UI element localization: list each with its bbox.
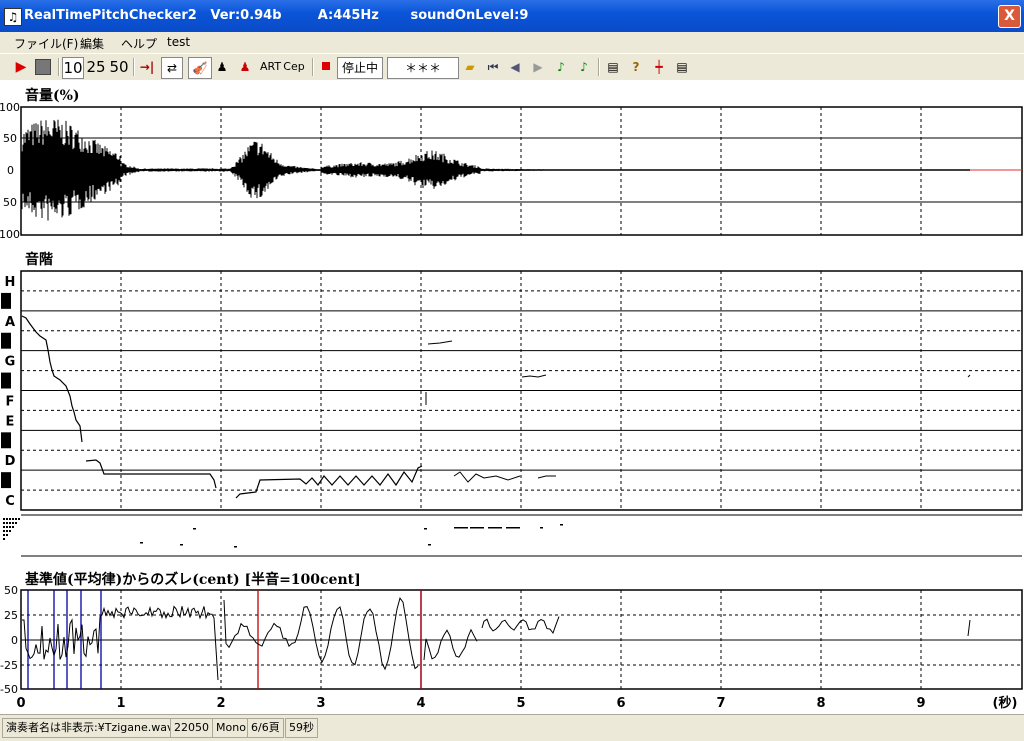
dev-tick-neg25: -25 — [0, 659, 18, 672]
record-stop-icon[interactable] — [318, 57, 334, 77]
next-page-icon[interactable]: ▶ — [529, 57, 547, 77]
status-page: 6/6頁 — [247, 718, 284, 738]
dev-tick-50: 50 — [4, 584, 18, 597]
black-key — [1, 332, 11, 349]
x-axis-unit: (秒) — [993, 695, 1018, 711]
stop-button[interactable] — [33, 57, 53, 77]
speed-10-button[interactable]: 10 — [62, 57, 84, 79]
main-area: 音量(%) 音階 基準値(平均律)からのズレ(cent) [半音=100cent… — [0, 80, 1024, 714]
note-label-E: E — [6, 414, 15, 429]
x-tick-label: 5 — [516, 696, 525, 711]
deviation-panel: 50 25 0 -25 -50 0 1 2 3 4 5 6 7 8 9 (秒) — [0, 584, 1023, 711]
volume-tick-0: 0 — [7, 164, 14, 177]
black-key — [1, 292, 11, 309]
prev-page-icon[interactable]: ◀ — [506, 57, 524, 77]
volume-tick-50-up: 50 — [3, 132, 17, 145]
cep-button[interactable]: Cep — [283, 57, 305, 77]
x-tick-label: 8 — [816, 696, 825, 711]
app-icon: ♫ — [4, 8, 22, 26]
open-folder-icon[interactable]: ▰ — [461, 57, 479, 77]
status-file: 演奏者名は非表示:¥Tzigane.wav — [2, 718, 178, 738]
print-alt-icon[interactable]: ▤ — [673, 57, 691, 77]
note-label-D: D — [5, 454, 16, 469]
toolbar: ▶ 10 25 50 →| ⇄ 🎻 ♟ ♟ ART Cep 停止中 ＊＊＊ ▰ … — [0, 53, 1024, 81]
skip-end-icon[interactable]: →| — [138, 57, 156, 77]
x-tick-label: 3 — [316, 696, 325, 711]
note-label-G: G — [5, 355, 16, 370]
volume-panel: 100 50 0 50 100 — [0, 101, 1023, 241]
status-rate: 22050 — [170, 718, 213, 738]
speed-25-button[interactable]: 25 — [86, 57, 106, 77]
volume-tick-top: 100 — [0, 101, 20, 114]
black-key — [1, 372, 11, 389]
x-tick-label: 2 — [216, 696, 225, 711]
menu-edit[interactable]: 編集 — [80, 35, 104, 52]
person-red-icon[interactable]: ♟ — [236, 57, 254, 77]
art-button[interactable]: ART — [260, 57, 281, 77]
note-band — [3, 514, 1022, 557]
play-icon[interactable]: ▶ — [12, 57, 30, 77]
x-tick-label: 6 — [616, 696, 625, 711]
x-tick-label: 1 — [116, 696, 125, 711]
help-icon[interactable]: ? — [627, 57, 645, 77]
close-button[interactable]: X — [998, 5, 1021, 28]
asterisk-display: ＊＊＊ — [387, 57, 459, 79]
black-key — [1, 472, 11, 489]
print-icon[interactable]: ▤ — [604, 57, 622, 77]
speed-50-button[interactable]: 50 — [109, 57, 129, 77]
violin-icon[interactable]: 🎻 — [188, 57, 212, 79]
repeat-icon[interactable]: ⇄ — [161, 57, 183, 79]
volume-tick-bottom: 100 — [0, 228, 20, 241]
menu-file[interactable]: ファイル(F) — [14, 35, 78, 52]
dev-tick-neg50: -50 — [0, 683, 18, 696]
black-key — [1, 432, 11, 449]
status-display: 停止中 — [337, 57, 383, 79]
x-tick-label: 4 — [416, 696, 425, 711]
plot-canvas: 100 50 0 50 100 HAGFEDC 50 25 0 -25 -50 … — [0, 101, 1023, 711]
note-label-F: F — [6, 394, 15, 409]
x-tick-label: 0 — [16, 696, 25, 711]
status-bar: 演奏者名は非表示:¥Tzigane.wav 22050 Mono 6/6頁 59… — [0, 714, 1024, 741]
menu-help[interactable]: ヘルプ — [121, 35, 157, 52]
volume-tick-50-down: 50 — [3, 196, 17, 209]
first-page-icon[interactable]: ⏮ — [484, 57, 502, 77]
title-bar: ♫ RealTimePitchChecker2 Ver:0.94b A:445H… — [0, 0, 1024, 32]
pitch-panel: H A G FE D C — [1, 270, 1023, 511]
note-green-icon[interactable]: ♪ — [552, 57, 570, 77]
person-dark-icon[interactable]: ♟ — [213, 57, 231, 77]
dev-tick-25: 25 — [4, 609, 18, 622]
note-label-A: A — [5, 315, 15, 330]
window-title: RealTimePitchChecker2 Ver:0.94b A:445Hz … — [24, 8, 529, 23]
note-label-H: H — [5, 275, 16, 290]
note-green-alt-icon[interactable]: ♪ — [575, 57, 593, 77]
status-duration: 59秒 — [285, 718, 318, 738]
dev-tick-0: 0 — [11, 634, 18, 647]
menu-test[interactable]: test — [167, 35, 190, 49]
x-tick-label: 9 — [916, 696, 925, 711]
crosshair-icon[interactable]: ┿ — [650, 57, 668, 77]
status-channels: Mono — [212, 718, 250, 738]
x-tick-label: 7 — [716, 696, 725, 711]
menu-bar: ファイル(F) 編集 ヘルプ test — [0, 32, 1024, 52]
note-label-C: C — [5, 494, 15, 509]
